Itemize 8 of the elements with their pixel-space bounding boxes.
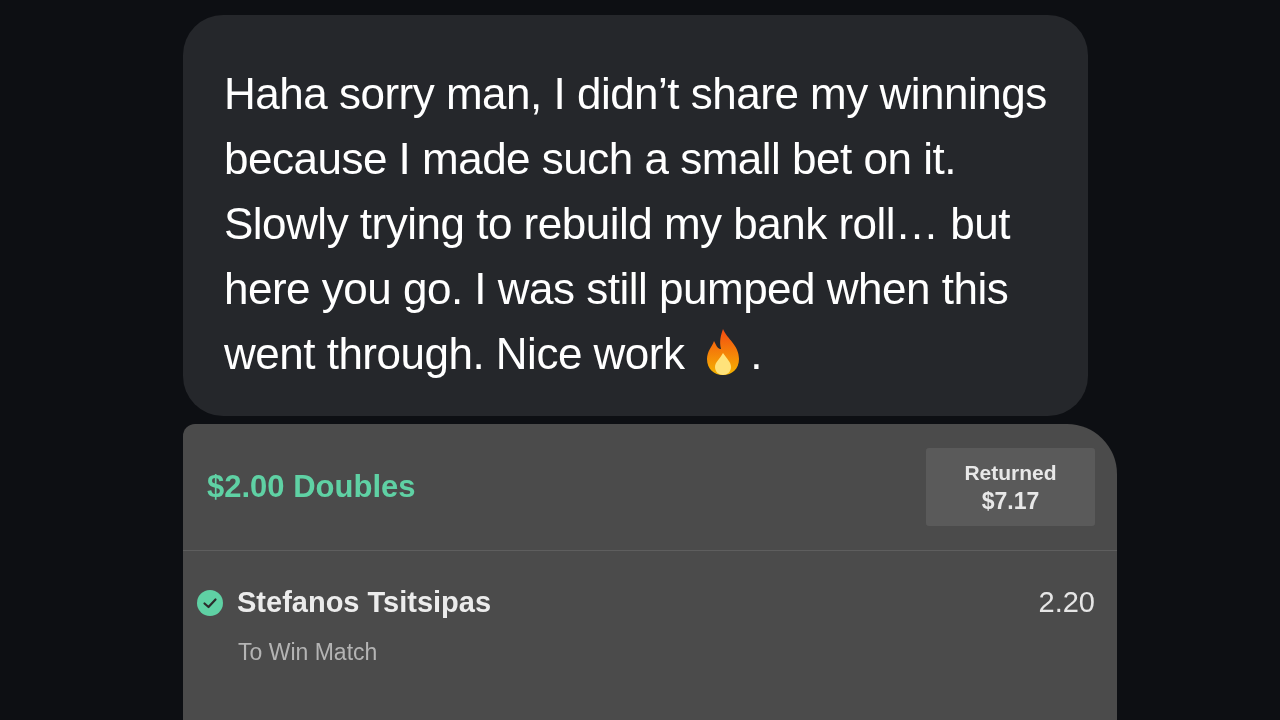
returned-label: Returned: [964, 460, 1057, 486]
selection-name: Stefanos Tsitsipas: [237, 585, 492, 620]
market-label: To Win Match: [237, 637, 379, 667]
returned-amount: $7.17: [981, 487, 1040, 515]
message-text: Haha sorry man, I didn’t share my winnings because I made such a small bet on it. Slowly trying to rebuild my bank roll… but here you go. I was still pumped when this went through. Nice work .: [224, 68, 1048, 380]
odds: 2.20: [1038, 585, 1095, 620]
message-period: .: [750, 329, 762, 378]
bet-title: $2.00 Doubles: [207, 467, 416, 506]
